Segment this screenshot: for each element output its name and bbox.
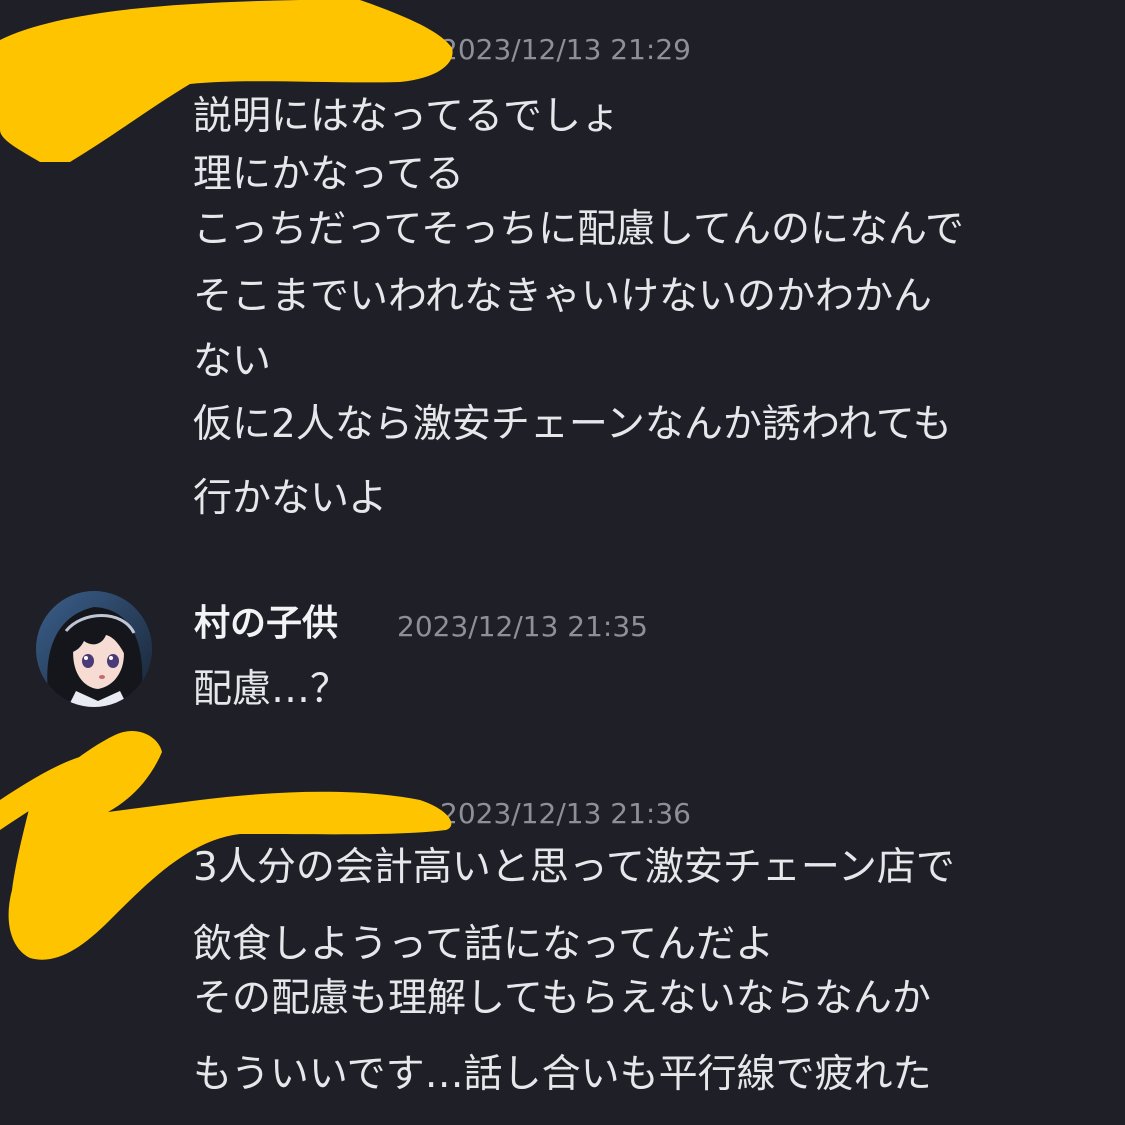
message-line: 説明にはなってるでしょ bbox=[193, 94, 621, 139]
message-line: 仮に2人なら激安チェーンなんか誘われても bbox=[193, 402, 952, 447]
message-line: こっちだってそっちに配慮してんのになんで bbox=[193, 207, 965, 252]
message-line: ない bbox=[193, 339, 272, 384]
message-timestamp: 2023/12/13 21:36 bbox=[440, 797, 691, 830]
message-line: もういいです…話し合いも平行線で疲れた bbox=[193, 1052, 932, 1097]
message-timestamp: 2023/12/13 21:29 bbox=[440, 33, 691, 66]
message-timestamp: 2023/12/13 21:35 bbox=[397, 610, 648, 643]
anime-girl-avatar-icon[interactable] bbox=[36, 591, 152, 707]
message-line: 理にかなってる bbox=[193, 152, 465, 197]
message-line: そこまでいわれなきゃいけないのかわかん bbox=[193, 274, 933, 319]
message-author[interactable]: 村の子供 bbox=[194, 602, 338, 646]
chat-view: 2023/12/13 21:29 説明にはなってるでしょ 理にかなってる こっち… bbox=[0, 0, 1125, 1125]
message-line: その配慮も理解してもらえないならなんか bbox=[193, 976, 931, 1021]
message-line: 3人分の会計高いと思って激安チェーン店で bbox=[193, 845, 955, 890]
message-line: 行かないよ bbox=[193, 476, 388, 521]
message-line: 飲食しようって話になってんだよ bbox=[193, 922, 775, 967]
message-line: 配慮…？ bbox=[193, 667, 350, 712]
